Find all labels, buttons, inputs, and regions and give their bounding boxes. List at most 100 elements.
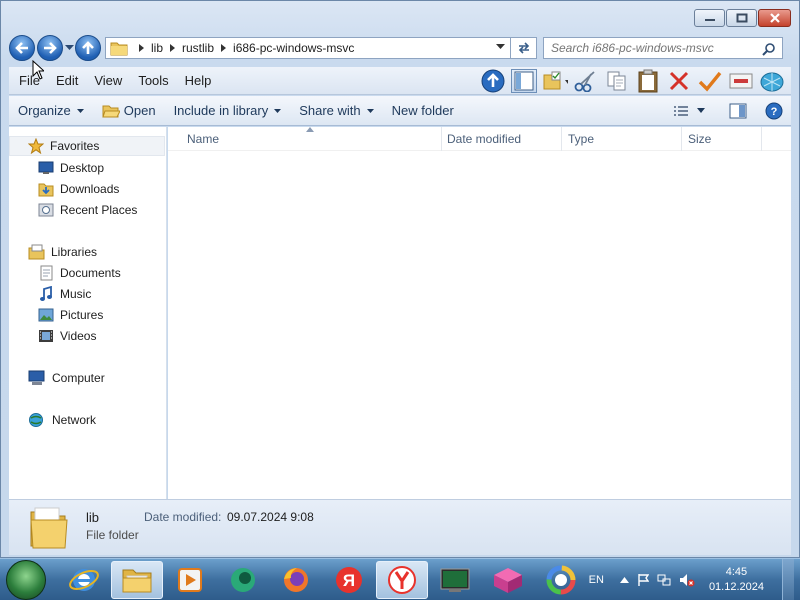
firefox-icon [284,567,308,592]
folders-pane-button[interactable] [511,68,537,93]
taskbar-internet-explorer[interactable] [58,561,110,599]
menu-view[interactable]: View [86,68,130,94]
flag-icon [638,573,649,586]
action-center[interactable] [637,573,649,587]
toolbar-icons [480,68,791,93]
volume-control[interactable] [679,573,695,587]
folder-open-icon [102,105,120,117]
taskbar-terminal[interactable] [429,561,481,599]
delete-button[interactable] [666,69,692,93]
show-hidden-icons[interactable] [619,576,629,583]
taskbar-app-pink[interactable] [482,561,534,599]
chevron-right-icon[interactable] [170,44,176,52]
magnifier-icon[interactable] [762,42,776,56]
taskbar-firefox[interactable] [270,561,322,599]
breadcrumb: lib rustlib i686-pc-windows-msvc [132,41,354,55]
yandex-browser-icon [388,565,416,594]
menu-edit[interactable]: Edit [48,68,86,94]
copy-button[interactable] [604,69,630,93]
taskbar-yandex[interactable]: Я [323,561,375,599]
tree-item-music[interactable]: Music [9,284,91,304]
network-icon [29,413,43,427]
chevron-down-icon [274,108,282,113]
libraries-icon [28,244,45,260]
menu-tools[interactable]: Tools [130,68,176,94]
preview-pane-icon[interactable] [729,103,747,119]
start-button[interactable] [6,559,46,600]
show-desktop-button[interactable] [782,558,794,600]
delete-x-icon [669,71,689,90]
tree-item-label: Favorites [50,139,100,153]
up-folder-button[interactable] [480,69,506,93]
open-button[interactable]: Open [93,97,165,125]
up-button[interactable] [75,35,101,61]
internet-explorer-icon [69,568,99,591]
taskbar-app-color-ring[interactable] [535,561,587,599]
forward-button[interactable] [37,35,63,61]
column-size[interactable]: Size [682,126,762,151]
tree-item-downloads[interactable]: Downloads [9,179,119,199]
tree-item-favorites[interactable]: Favorites [9,136,165,156]
network-status[interactable] [657,573,671,587]
chevron-down-icon[interactable] [496,44,505,50]
include-in-library-button[interactable]: Include in library [165,97,291,125]
column-type[interactable]: Type [562,126,682,151]
recent-pages-dropdown[interactable] [63,45,75,51]
terminal-icon [440,568,470,592]
taskbar-explorer[interactable] [111,560,163,599]
search-box[interactable] [543,37,783,59]
shell-button[interactable] [759,69,785,93]
language-indicator[interactable]: EN [589,574,604,586]
taskbar-media-player[interactable] [164,561,216,599]
column-name[interactable]: Name [168,126,442,151]
details-date-modified-value: 09.07.2024 9:08 [227,510,314,524]
tree-item-label: Downloads [60,182,120,196]
taskbar-yandex-browser[interactable] [376,560,428,599]
minimize-icon [704,19,715,21]
chevron-right-icon[interactable] [221,44,227,52]
tree-item-label: Videos [60,329,97,343]
tree-item-recent-places[interactable]: Recent Places [9,200,137,220]
close-button[interactable] [758,9,791,27]
column-date-modified[interactable]: Date modified [442,126,562,151]
sort-ascending-icon [306,127,314,132]
tree-item-libraries[interactable]: Libraries [9,242,97,262]
breadcrumb-item-rustlib[interactable]: rustlib [182,41,214,55]
tree-item-documents[interactable]: Documents [9,263,121,283]
tree-item-videos[interactable]: Videos [9,326,96,346]
chevron-down-icon [64,45,74,50]
properties-button[interactable] [697,69,723,93]
cut-button[interactable] [573,69,599,93]
tree-item-computer[interactable]: Computer [9,368,105,388]
paste-button[interactable] [635,69,661,93]
organize-button[interactable]: Organize [9,97,93,125]
chevron-down-icon[interactable] [697,108,705,113]
taskbar-app-green[interactable] [217,561,269,599]
network-status-icon [657,574,671,585]
details-date-modified-label: Date modified: [144,510,222,524]
rename-button[interactable] [728,69,754,93]
view-details-icon[interactable] [673,105,689,117]
rename-icon [729,73,753,88]
tree-item-network[interactable]: Network [9,410,96,430]
back-button[interactable] [9,35,35,61]
refresh-button[interactable] [511,37,537,59]
breadcrumb-item-lib[interactable]: lib [151,41,163,55]
checkmark-icon [698,71,722,92]
search-input[interactable] [551,41,751,55]
menu-help[interactable]: Help [177,68,220,94]
file-list[interactable]: Name Date modified Type Size [168,126,791,499]
new-folder-button[interactable]: New folder [383,97,463,125]
minimize-button[interactable] [694,9,725,27]
views-button[interactable] [542,69,568,93]
breadcrumb-item-current[interactable]: i686-pc-windows-msvc [233,41,354,55]
tree-item-desktop[interactable]: Desktop [9,158,104,178]
tree-item-label: Documents [60,266,121,280]
up-arrow-icon [82,41,94,54]
tree-item-pictures[interactable]: Pictures [9,305,103,325]
help-icon[interactable]: ? [765,102,783,120]
maximize-button[interactable] [726,9,757,27]
share-with-button[interactable]: Share with [290,97,382,125]
clock[interactable]: 4:45 01.12.2024 [709,565,764,595]
address-bar[interactable]: lib rustlib i686-pc-windows-msvc [105,37,511,59]
